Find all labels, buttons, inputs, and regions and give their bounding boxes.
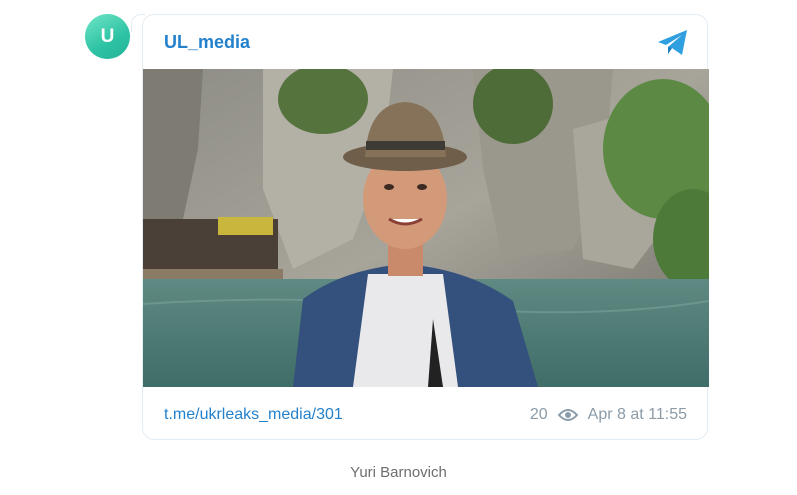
post-link[interactable]: t.me/ukrleaks_media/301 [164, 406, 343, 424]
telegram-plane-icon[interactable] [657, 29, 689, 57]
post-photo[interactable] [143, 69, 709, 387]
view-count: 20 [529, 406, 548, 423]
post-meta: 20 Apr 8 at 11:55 [530, 406, 687, 424]
channel-avatar[interactable]: U [85, 14, 130, 59]
channel-name-link[interactable]: UL_media [164, 32, 250, 53]
eye-icon [557, 409, 578, 421]
message-card: UL_media t.me/ukrleaks_media/301 20 Apr … [142, 14, 709, 440]
post-date: Apr 8 at 11:55 [587, 406, 687, 423]
image-caption: Yuri Barnovich [350, 464, 447, 481]
